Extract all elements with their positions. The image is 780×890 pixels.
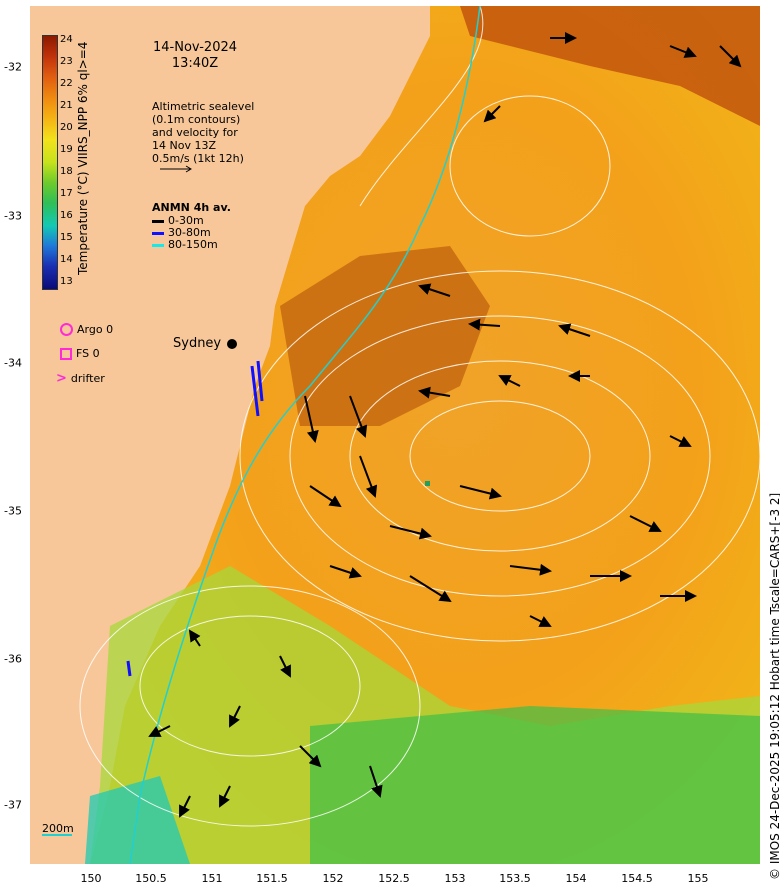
x-tick: 151 <box>201 872 223 885</box>
colorbar-tick: 22 <box>60 78 73 89</box>
colorbar-tick: 19 <box>60 144 73 155</box>
anmn-label: 80-150m <box>168 238 218 251</box>
argo-label: Argo 0 <box>77 323 114 336</box>
colorbar-tick: 17 <box>60 188 73 199</box>
sealevel-note-line: and velocity for <box>152 126 238 139</box>
temperature-colorbar <box>42 35 58 290</box>
map-time: 13:40Z <box>171 56 219 71</box>
x-tick: 150 <box>80 872 102 885</box>
colorbar-tick: 14 <box>60 254 73 265</box>
x-tick: 153 <box>444 872 466 885</box>
map-canvas <box>79 6 760 864</box>
fs-legend: FS 0 <box>60 347 100 360</box>
x-tick: 152.5 <box>378 872 410 885</box>
sealevel-note-line: Altimetric sealevel <box>152 100 255 113</box>
city-label: Sydney <box>173 336 222 351</box>
argo-legend: Argo 0 <box>60 323 113 336</box>
x-tick: 151.5 <box>256 872 288 885</box>
sealevel-note-line: 0.5m/s (1kt 12h) <box>152 152 244 165</box>
x-tick: 154 <box>565 872 587 885</box>
anmn-swatch <box>152 243 164 247</box>
y-tick: -33 <box>4 209 22 223</box>
y-tick: -32 <box>4 60 22 74</box>
colorbar-tick: 16 <box>60 210 73 221</box>
colorbar-tick: 20 <box>60 122 73 133</box>
anmn-swatch <box>152 231 164 235</box>
isobath-legend-line <box>42 834 72 836</box>
drifter-symbol-icon: > <box>56 371 67 386</box>
velocity-scale-arrow <box>160 165 192 173</box>
anmn-swatch <box>152 219 164 223</box>
credit-text: © IMOS 24-Dec-2025 19:05:12 Hobart time … <box>768 492 780 880</box>
colorbar-tick: 23 <box>60 56 73 67</box>
x-tick: 150.5 <box>135 872 167 885</box>
sst-map <box>30 6 760 864</box>
argo-symbol-icon <box>60 323 73 336</box>
y-tick: -35 <box>4 504 22 518</box>
drifter-legend: > drifter <box>56 371 105 386</box>
sydney-dot <box>227 339 237 349</box>
y-tick: -36 <box>4 652 22 666</box>
colorbar-tick: 21 <box>60 100 73 111</box>
colorbar-tick: 13 <box>60 276 73 287</box>
x-tick: 155 <box>687 872 709 885</box>
colorbar-tick: 24 <box>60 34 73 45</box>
fs-label: FS 0 <box>76 347 100 360</box>
y-tick: -37 <box>4 798 22 812</box>
drifter-marker <box>425 481 430 486</box>
sealevel-note-line: 14 Nov 13Z <box>152 139 216 152</box>
y-tick: -34 <box>4 356 22 370</box>
x-tick: 153.5 <box>499 872 531 885</box>
anmn-title: ANMN 4h av. <box>152 201 231 214</box>
sealevel-note-line: (0.1m contours) <box>152 113 241 126</box>
anmn-item: 80-150m <box>152 238 218 251</box>
drifter-label: drifter <box>70 372 105 385</box>
colorbar-tick: 15 <box>60 232 73 243</box>
colorbar-tick: 18 <box>60 166 73 177</box>
fs-symbol-icon <box>60 347 72 360</box>
map-date: 14-Nov-2024 <box>152 40 238 55</box>
colorbar-title: Temperature (°C) VIIRS_NPP 6% ql>=4 <box>76 41 90 275</box>
x-tick: 154.5 <box>621 872 653 885</box>
x-tick: 152 <box>322 872 344 885</box>
